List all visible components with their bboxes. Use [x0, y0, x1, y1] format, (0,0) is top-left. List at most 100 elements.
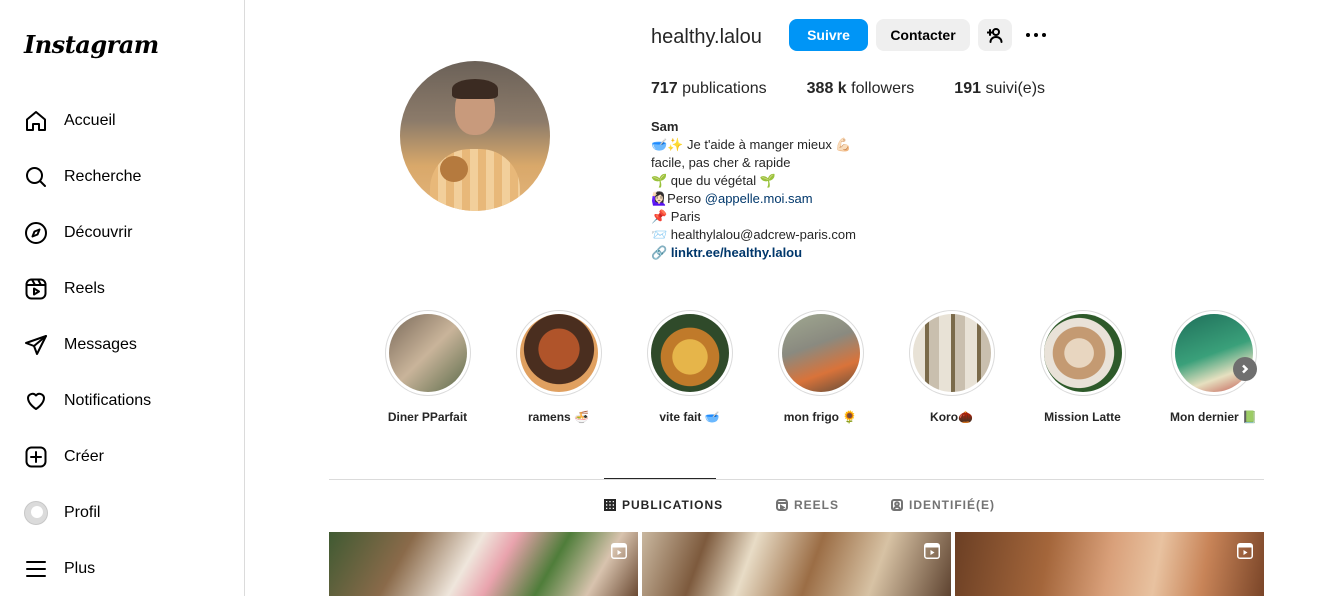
bio-line: 🌱 que du végétal 🌱: [651, 173, 776, 188]
active-tab-indicator: [604, 478, 716, 479]
sidebar-item-explore[interactable]: Découvrir: [12, 209, 232, 257]
sidebar-item-label: Notifications: [64, 392, 152, 409]
posts-count: 717 publications: [651, 80, 767, 98]
suggest-accounts-button[interactable]: [978, 19, 1012, 51]
highlight-ring: [1039, 310, 1126, 396]
bio-mention-link[interactable]: @appelle.moi.sam: [705, 191, 813, 206]
follow-button[interactable]: Suivre: [789, 19, 868, 51]
highlight-item[interactable]: ramens 🍜: [493, 310, 624, 424]
sidebar-item-label: Accueil: [64, 112, 116, 129]
heart-icon: [24, 389, 48, 413]
sidebar-item-label: Créer: [64, 448, 105, 465]
highlight-cover: [519, 314, 598, 392]
sidebar-item-home[interactable]: Accueil: [12, 97, 232, 145]
bio-line: 📨 healthylalou@adcrew-paris.com: [651, 227, 856, 242]
highlight-label: Mission Latte: [1044, 410, 1121, 424]
sidebar-item-notifications[interactable]: Notifications: [12, 377, 232, 425]
story-highlights: Diner PParfait ramens 🍜 vite fait 🥣 mon …: [362, 310, 1279, 424]
send-icon: [24, 333, 48, 357]
sidebar-item-label: Profil: [64, 504, 101, 521]
following-link[interactable]: 191 suivi(e)s: [954, 80, 1045, 98]
highlight-item[interactable]: mon frigo 🌻: [755, 310, 886, 424]
bio-line: 🥣✨ Je t'aide à manger mieux 💪🏻: [651, 137, 852, 152]
sidebar-item-profile[interactable]: Profil: [12, 489, 232, 537]
post-thumbnail[interactable]: [329, 532, 638, 596]
tab-reels[interactable]: REELS: [776, 498, 839, 512]
highlight-cover: [1043, 314, 1122, 392]
sidebar-nav: Accueil Recherche Découvrir Reels Messag…: [12, 97, 232, 596]
reel-icon: [923, 542, 941, 560]
highlight-item[interactable]: Koro🌰: [886, 310, 1017, 424]
bio-line: 📌 Paris: [651, 209, 701, 224]
tabs-divider: [329, 479, 1264, 480]
plus-square-icon: [24, 445, 48, 469]
bio-external-link[interactable]: linktr.ee/healthy.lalou: [671, 245, 802, 260]
highlight-cover: [388, 314, 467, 392]
link-icon: 🔗: [651, 245, 668, 260]
highlight-item[interactable]: Mon dernier 📗: [1148, 310, 1279, 424]
profile-bio: Sam 🥣✨ Je t'aide à manger mieux 💪🏻 facil…: [651, 118, 856, 262]
reel-icon: [1236, 542, 1254, 560]
profile-picture[interactable]: [400, 61, 550, 211]
grid-icon: [604, 499, 616, 511]
highlight-item[interactable]: Diner PParfait: [362, 310, 493, 424]
highlight-ring: [384, 310, 471, 396]
sidebar-item-more[interactable]: Plus: [12, 545, 232, 593]
tab-publications[interactable]: PUBLICATIONS: [604, 498, 723, 512]
avatar: [24, 501, 48, 525]
highlight-label: Diner PParfait: [387, 410, 468, 424]
instagram-logo[interactable]: Instagram: [24, 30, 159, 59]
search-icon: [24, 165, 48, 189]
profile-picture-cookie: [440, 156, 468, 182]
highlights-next-button[interactable]: [1233, 357, 1257, 381]
highlight-ring: [908, 310, 995, 396]
highlight-label: Koro🌰: [930, 410, 973, 424]
followers-count-label: followers: [851, 80, 915, 97]
more-dot-icon: [1026, 33, 1030, 37]
sidebar-item-search[interactable]: Recherche: [12, 153, 232, 201]
post-thumbnail[interactable]: [955, 532, 1264, 596]
profile-picture-hair: [452, 79, 498, 99]
compass-icon: [24, 221, 48, 245]
bio-perso-prefix: 🙋🏻‍♀️Perso: [651, 191, 705, 206]
highlight-item[interactable]: Mission Latte: [1017, 310, 1148, 424]
sidebar-item-label: Plus: [64, 560, 96, 577]
profile-username: healthy.lalou: [651, 26, 762, 48]
followers-link[interactable]: 388 k followers: [807, 80, 915, 98]
chevron-right-icon: [1242, 364, 1249, 374]
profile-stats: 717 publications 388 k followers 191 sui…: [651, 80, 1085, 98]
post-thumbnail[interactable]: [642, 532, 951, 596]
profile-picture-shirt: [430, 149, 520, 211]
tab-label: PUBLICATIONS: [622, 498, 724, 512]
bio-link-row: 🔗 linktr.ee/healthy.lalou: [651, 244, 856, 262]
sidebar-item-label: Découvrir: [64, 224, 133, 241]
posts-count-label: publications: [682, 80, 767, 97]
sidebar-item-label: Recherche: [64, 168, 142, 185]
highlight-ring: [515, 310, 602, 396]
reels-icon: [776, 499, 788, 511]
sidebar-item-reels[interactable]: Reels: [12, 265, 232, 313]
highlight-ring: [1170, 310, 1257, 396]
sidebar-item-label: Messages: [64, 336, 137, 353]
highlight-label: mon frigo 🌻: [783, 410, 858, 424]
contact-button[interactable]: Contacter: [876, 19, 970, 51]
followers-count-value: 388 k: [806, 80, 847, 97]
highlight-cover: [650, 314, 729, 392]
sidebar-item-messages[interactable]: Messages: [12, 321, 232, 369]
highlight-cover: [912, 314, 991, 392]
tab-tagged[interactable]: IDENTIFIÉ(E): [891, 498, 995, 512]
home-icon: [24, 109, 48, 133]
more-dot-icon: [1042, 33, 1046, 37]
highlight-label: vite fait 🥣: [659, 410, 720, 424]
highlight-item[interactable]: vite fait 🥣: [624, 310, 755, 424]
avatar-wrap: [24, 501, 48, 525]
sidebar-item-create[interactable]: Créer: [12, 433, 232, 481]
profile-full-name: Sam: [651, 119, 679, 134]
highlight-ring: [777, 310, 864, 396]
sidebar: Instagram Accueil Recherche Découvrir Re…: [0, 0, 245, 596]
bio-line: facile, pas cher & rapide: [651, 155, 791, 170]
more-options-button[interactable]: [1022, 25, 1050, 45]
reel-icon: [610, 542, 628, 560]
tagged-icon: [891, 499, 903, 511]
following-count-label: suivi(e)s: [985, 80, 1046, 97]
